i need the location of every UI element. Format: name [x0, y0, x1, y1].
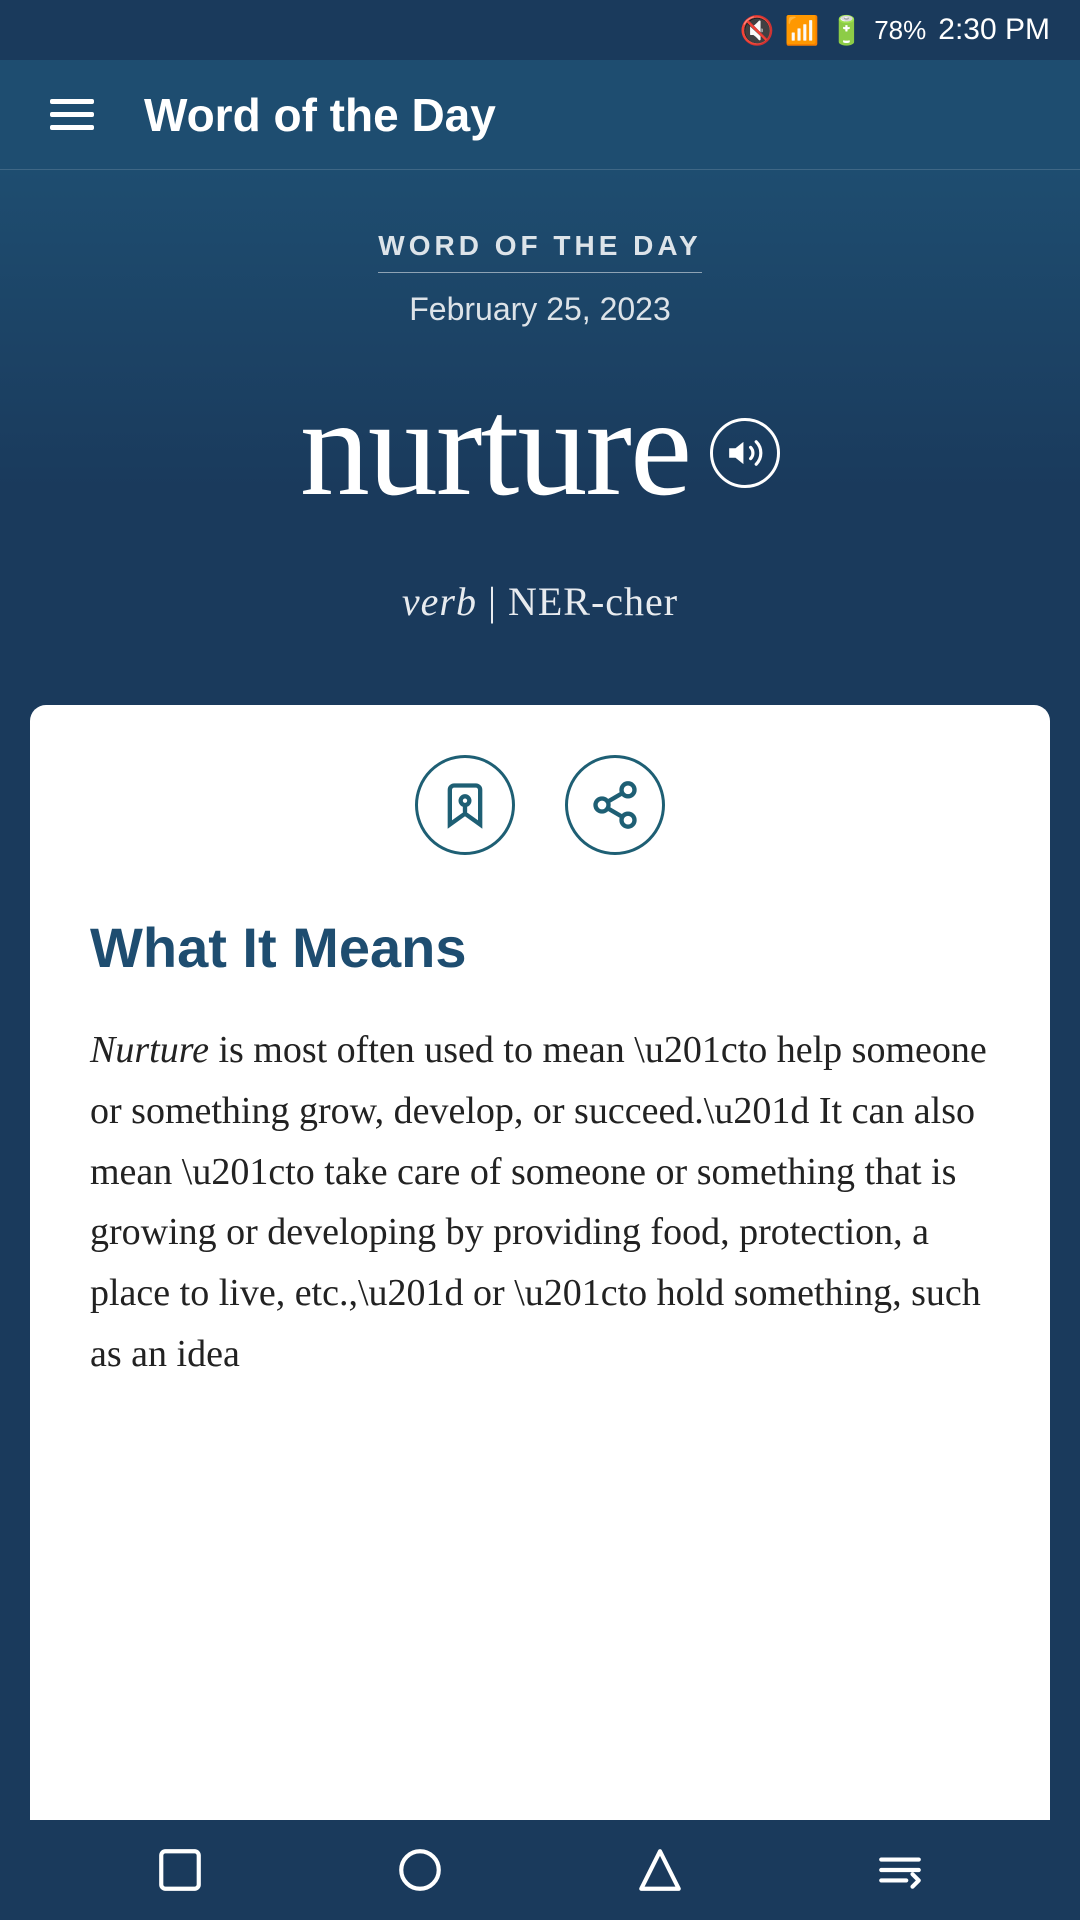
- back-icon: [155, 1845, 205, 1895]
- mute-icon: 🔇: [740, 14, 775, 47]
- battery-icon: 🔋: [829, 14, 864, 47]
- save-button[interactable]: [415, 755, 515, 855]
- app-bar: Word of the Day: [0, 60, 1080, 170]
- pronunciation-text: NER-cher: [508, 579, 678, 624]
- speaker-svg: [726, 434, 764, 472]
- nav-home-button[interactable]: [395, 1845, 445, 1895]
- bookmark-icon: [439, 779, 491, 831]
- word-text: nurture: [300, 378, 690, 518]
- card-section: What It Means Nurture is most often used…: [30, 705, 1050, 1820]
- wotd-date: February 25, 2023: [409, 291, 671, 328]
- app-title: Word of the Day: [144, 88, 496, 142]
- share-button[interactable]: [565, 755, 665, 855]
- share-icon: [589, 779, 641, 831]
- hero-section: WORD OF THE DAY February 25, 2023 nurtur…: [0, 170, 1080, 705]
- status-icons: 🔇 📶 🔋 78%: [740, 14, 927, 47]
- nav-menu-icon: [875, 1845, 925, 1895]
- pronunciation: verb | NER-cher: [402, 578, 678, 625]
- wotd-label: WORD OF THE DAY: [378, 230, 701, 273]
- wifi-icon: 📶: [784, 14, 819, 47]
- word-italic: Nurture: [90, 1029, 209, 1071]
- menu-button[interactable]: [50, 99, 94, 130]
- nav-recents-button[interactable]: [635, 1845, 685, 1895]
- status-bar: 🔇 📶 🔋 78% 2:30 PM: [0, 0, 1080, 60]
- nav-bar: [0, 1820, 1080, 1920]
- card-actions: [90, 755, 990, 855]
- definition-body: is most often used to mean \u201cto help…: [90, 1029, 987, 1375]
- status-time: 2:30 PM: [938, 13, 1050, 47]
- speaker-button[interactable]: [710, 418, 780, 488]
- battery-percent: 78%: [874, 15, 926, 46]
- word-container: nurture: [300, 378, 780, 518]
- section-title: What It Means: [90, 915, 990, 980]
- recents-icon: [635, 1845, 685, 1895]
- part-of-speech: verb: [402, 579, 477, 624]
- pronunciation-separator: |: [488, 579, 508, 624]
- definition-text: Nurture is most often used to mean \u201…: [90, 1020, 990, 1385]
- home-icon: [395, 1845, 445, 1895]
- nav-back-button[interactable]: [155, 1845, 205, 1895]
- nav-menu-button[interactable]: [875, 1845, 925, 1895]
